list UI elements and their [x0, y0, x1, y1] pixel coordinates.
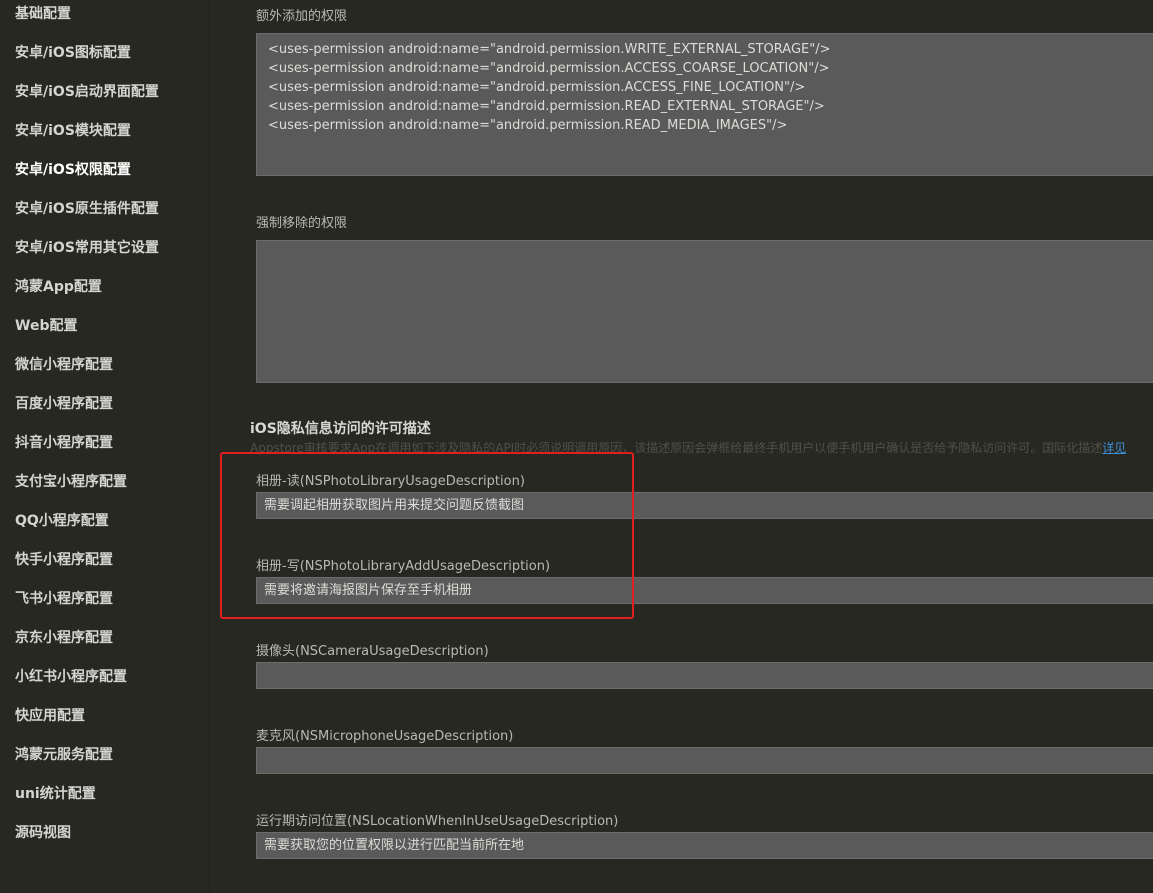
- settings-window: 基础配置 安卓/iOS图标配置 安卓/iOS启动界面配置 安卓/iOS模块配置 …: [0, 0, 1153, 893]
- ios-privacy-section-title: iOS隐私信息访问的许可描述: [250, 421, 431, 437]
- sidebar-item-web-config[interactable]: Web配置: [15, 315, 77, 337]
- sidebar-item-xiaohongshu-mp-config[interactable]: 小红书小程序配置: [15, 666, 127, 688]
- i18n-details-link[interactable]: 详见: [1102, 441, 1126, 455]
- sidebar-item-feishu-mp-config[interactable]: 飞书小程序配置: [15, 588, 113, 610]
- sidebar-item-icon-config[interactable]: 安卓/iOS图标配置: [15, 42, 131, 64]
- location-when-in-use-input[interactable]: 需要获取您的位置权限以进行匹配当前所在地: [256, 832, 1153, 859]
- camera-input[interactable]: [256, 662, 1153, 689]
- sidebar-item-uni-stat-config[interactable]: uni统计配置: [15, 783, 96, 805]
- sidebar-item-harmony-app-config[interactable]: 鸿蒙App配置: [15, 276, 102, 298]
- photo-write-input[interactable]: 需要将邀请海报图片保存至手机相册: [256, 577, 1153, 604]
- sidebar-item-baidu-mp-config[interactable]: 百度小程序配置: [15, 393, 113, 415]
- sidebar-item-other-settings[interactable]: 安卓/iOS常用其它设置: [15, 237, 159, 259]
- location-when-in-use-label: 运行期访问位置(NSLocationWhenInUseUsageDescript…: [256, 814, 619, 829]
- ios-privacy-description-text: Appstore审核要求App在调用如下涉及隐私的API时必须说明调用原因，该描…: [250, 441, 1103, 455]
- sidebar-item-basic-config[interactable]: 基础配置: [15, 3, 71, 25]
- extra-permissions-label: 额外添加的权限: [256, 9, 348, 24]
- sidebar-item-module-config[interactable]: 安卓/iOS模块配置: [15, 120, 131, 142]
- sidebar-item-splash-config[interactable]: 安卓/iOS启动界面配置: [15, 81, 159, 103]
- sidebar-item-kuaishou-mp-config[interactable]: 快手小程序配置: [15, 549, 113, 571]
- sidebar-item-jd-mp-config[interactable]: 京东小程序配置: [15, 627, 113, 649]
- sidebar-item-harmony-atomic-config[interactable]: 鸿蒙元服务配置: [15, 744, 113, 766]
- sidebar-nav: 基础配置 安卓/iOS图标配置 安卓/iOS启动界面配置 安卓/iOS模块配置 …: [0, 0, 210, 893]
- extra-permissions-textarea[interactable]: <uses-permission android:name="android.p…: [256, 33, 1153, 176]
- removed-permissions-textarea[interactable]: [256, 240, 1153, 383]
- sidebar-item-qq-mp-config[interactable]: QQ小程序配置: [15, 510, 109, 532]
- camera-label: 摄像头(NSCameraUsageDescription): [256, 644, 489, 659]
- microphone-input[interactable]: [256, 747, 1153, 774]
- sidebar-item-permission-config[interactable]: 安卓/iOS权限配置: [15, 159, 131, 181]
- permission-config-panel: 额外添加的权限 <uses-permission android:name="a…: [210, 0, 1153, 893]
- sidebar-item-quickapp-config[interactable]: 快应用配置: [15, 705, 85, 727]
- photo-write-label: 相册-写(NSPhotoLibraryAddUsageDescription): [256, 559, 551, 574]
- sidebar-item-douyin-mp-config[interactable]: 抖音小程序配置: [15, 432, 113, 454]
- sidebar-item-source-view[interactable]: 源码视图: [15, 822, 71, 844]
- sidebar-item-wechat-mp-config[interactable]: 微信小程序配置: [15, 354, 113, 376]
- sidebar-item-alipay-mp-config[interactable]: 支付宝小程序配置: [15, 471, 127, 493]
- sidebar-item-native-plugin-config[interactable]: 安卓/iOS原生插件配置: [15, 198, 159, 220]
- photo-read-input[interactable]: 需要调起相册获取图片用来提交问题反馈截图: [256, 492, 1153, 519]
- microphone-label: 麦克风(NSMicrophoneUsageDescription): [256, 729, 514, 744]
- ios-privacy-section-description: Appstore审核要求App在调用如下涉及隐私的API时必须说明调用原因，该描…: [250, 440, 1150, 456]
- photo-read-label: 相册-读(NSPhotoLibraryUsageDescription): [256, 474, 525, 489]
- removed-permissions-label: 强制移除的权限: [256, 216, 348, 231]
